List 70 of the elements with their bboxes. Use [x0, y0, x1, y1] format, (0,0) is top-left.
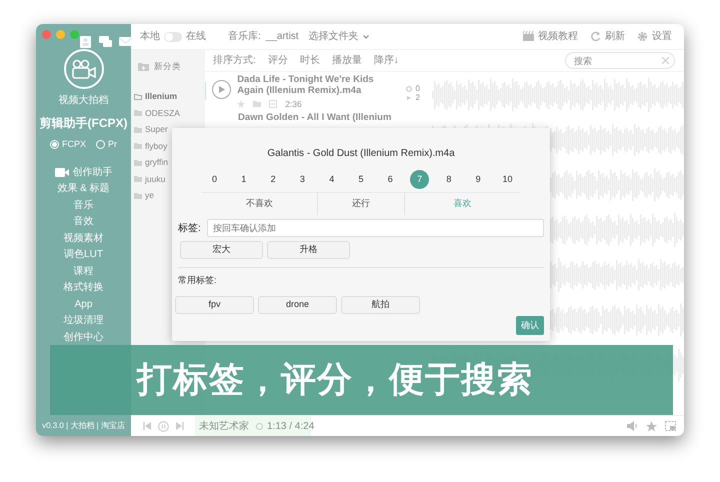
track-title: Dada Life - Tonight We're Kids Again (Illenium Remix).m4a: [237, 74, 375, 96]
sort-option[interactable]: 时长: [300, 53, 320, 68]
rating-option[interactable]: 4: [322, 170, 342, 189]
dialog-title: Galantis - Gold Dust (Illenium Remix).m4a: [266, 147, 456, 161]
rating-option[interactable]: 10: [498, 170, 517, 189]
search-field[interactable]: 搜索: [565, 52, 675, 69]
sidebar-item[interactable]: 视频素材: [64, 232, 104, 245]
rating-option[interactable]: 7: [410, 170, 430, 189]
sidebar-item[interactable]: 创作中心: [64, 330, 104, 344]
toolbar-action[interactable]: 设置: [637, 29, 672, 44]
sidebar-item[interactable]: 音效: [74, 215, 94, 228]
score-count: 0: [406, 84, 420, 93]
radio-option[interactable]: FCPX: [50, 138, 86, 152]
rating-option[interactable]: 8: [439, 170, 458, 189]
sidebar-item[interactable]: App: [74, 298, 92, 311]
sidebar-item[interactable]: 课程: [74, 264, 94, 278]
rating-option[interactable]: 6: [380, 170, 400, 189]
source-label: 本地: [140, 30, 160, 44]
rating-option[interactable]: 2: [264, 170, 283, 189]
source-label: 在线: [186, 30, 206, 44]
tag-button[interactable]: 升格: [267, 241, 350, 259]
category-item[interactable]: ODESZA: [131, 105, 205, 122]
radio-option[interactable]: Pr: [96, 138, 117, 152]
folder-dropdown[interactable]: 选择文件夹: [308, 29, 369, 44]
rating-option[interactable]: 0: [205, 170, 224, 189]
category-item[interactable]: ye: [131, 188, 205, 204]
sidebar-item[interactable]: 格式转换: [64, 281, 104, 294]
common-tags-label: 常用标签:: [178, 267, 544, 288]
library-label: 音乐库:: [228, 30, 261, 44]
category-item[interactable]: gryffin: [131, 154, 205, 171]
sidebar-item[interactable]: 调色LUT: [64, 248, 103, 262]
sidebar-item[interactable]: 效果 & 标题: [57, 182, 110, 196]
rating-option[interactable]: 1: [234, 170, 254, 189]
sidebar-item[interactable]: 创作助手: [54, 166, 112, 179]
tag-button[interactable]: fpv: [175, 296, 254, 314]
category-item[interactable]: flyboy: [131, 138, 205, 154]
mood-tab[interactable]: 喜欢: [404, 193, 520, 215]
sidebar-item[interactable]: 音乐: [74, 198, 94, 212]
category-item[interactable]: juuku: [131, 171, 205, 188]
track-title: Dawn Golden - All I Want (Illenium: [238, 112, 392, 123]
banner-caption: 打标签，评分，便于搜索: [50, 345, 673, 415]
app-subtitle: 视频大拍档: [58, 94, 108, 108]
category-item[interactable]: Illenium: [131, 88, 205, 105]
sort-label: 排序方式:: [213, 54, 256, 68]
tag-button[interactable]: 航拍: [341, 296, 420, 314]
rating-option[interactable]: 5: [352, 170, 370, 189]
category-item[interactable]: Super: [131, 122, 205, 138]
library-value: __artist: [266, 30, 299, 44]
footer-text: v0.3.0 | 大拍档 | 淘宝店: [42, 420, 125, 432]
tag-label: 标签:: [178, 222, 201, 236]
play-count: 2: [406, 93, 420, 102]
sidebar-item[interactable]: 垃圾清理: [64, 314, 104, 328]
toolbar-action[interactable]: 视频教程: [523, 29, 578, 44]
app-title: 剪辑助手(FCPX): [40, 115, 128, 132]
confirm-button[interactable]: 确认: [516, 316, 544, 335]
sort-option[interactable]: 评分: [268, 53, 288, 68]
track-duration: 2:36: [285, 98, 302, 111]
playback-time: 1:13 / 4:24: [256, 418, 314, 434]
toolbar-action[interactable]: 刷新: [590, 29, 625, 44]
artist-name: 未知艺术家: [199, 420, 249, 434]
tag-input-field[interactable]: 按回车确认添加: [206, 219, 544, 237]
mood-tab[interactable]: 不喜欢: [202, 193, 318, 215]
rating-option[interactable]: 9: [468, 170, 488, 189]
tag-button[interactable]: drone: [258, 296, 337, 314]
tag-button[interactable]: 宏大: [180, 241, 263, 259]
mood-tab[interactable]: 还行: [317, 193, 404, 215]
sort-option[interactable]: 降序↓: [374, 53, 399, 68]
rating-option[interactable]: 3: [292, 170, 312, 189]
sort-option[interactable]: 播放量: [332, 53, 362, 68]
new-category-button[interactable]: 新分类: [131, 58, 205, 74]
